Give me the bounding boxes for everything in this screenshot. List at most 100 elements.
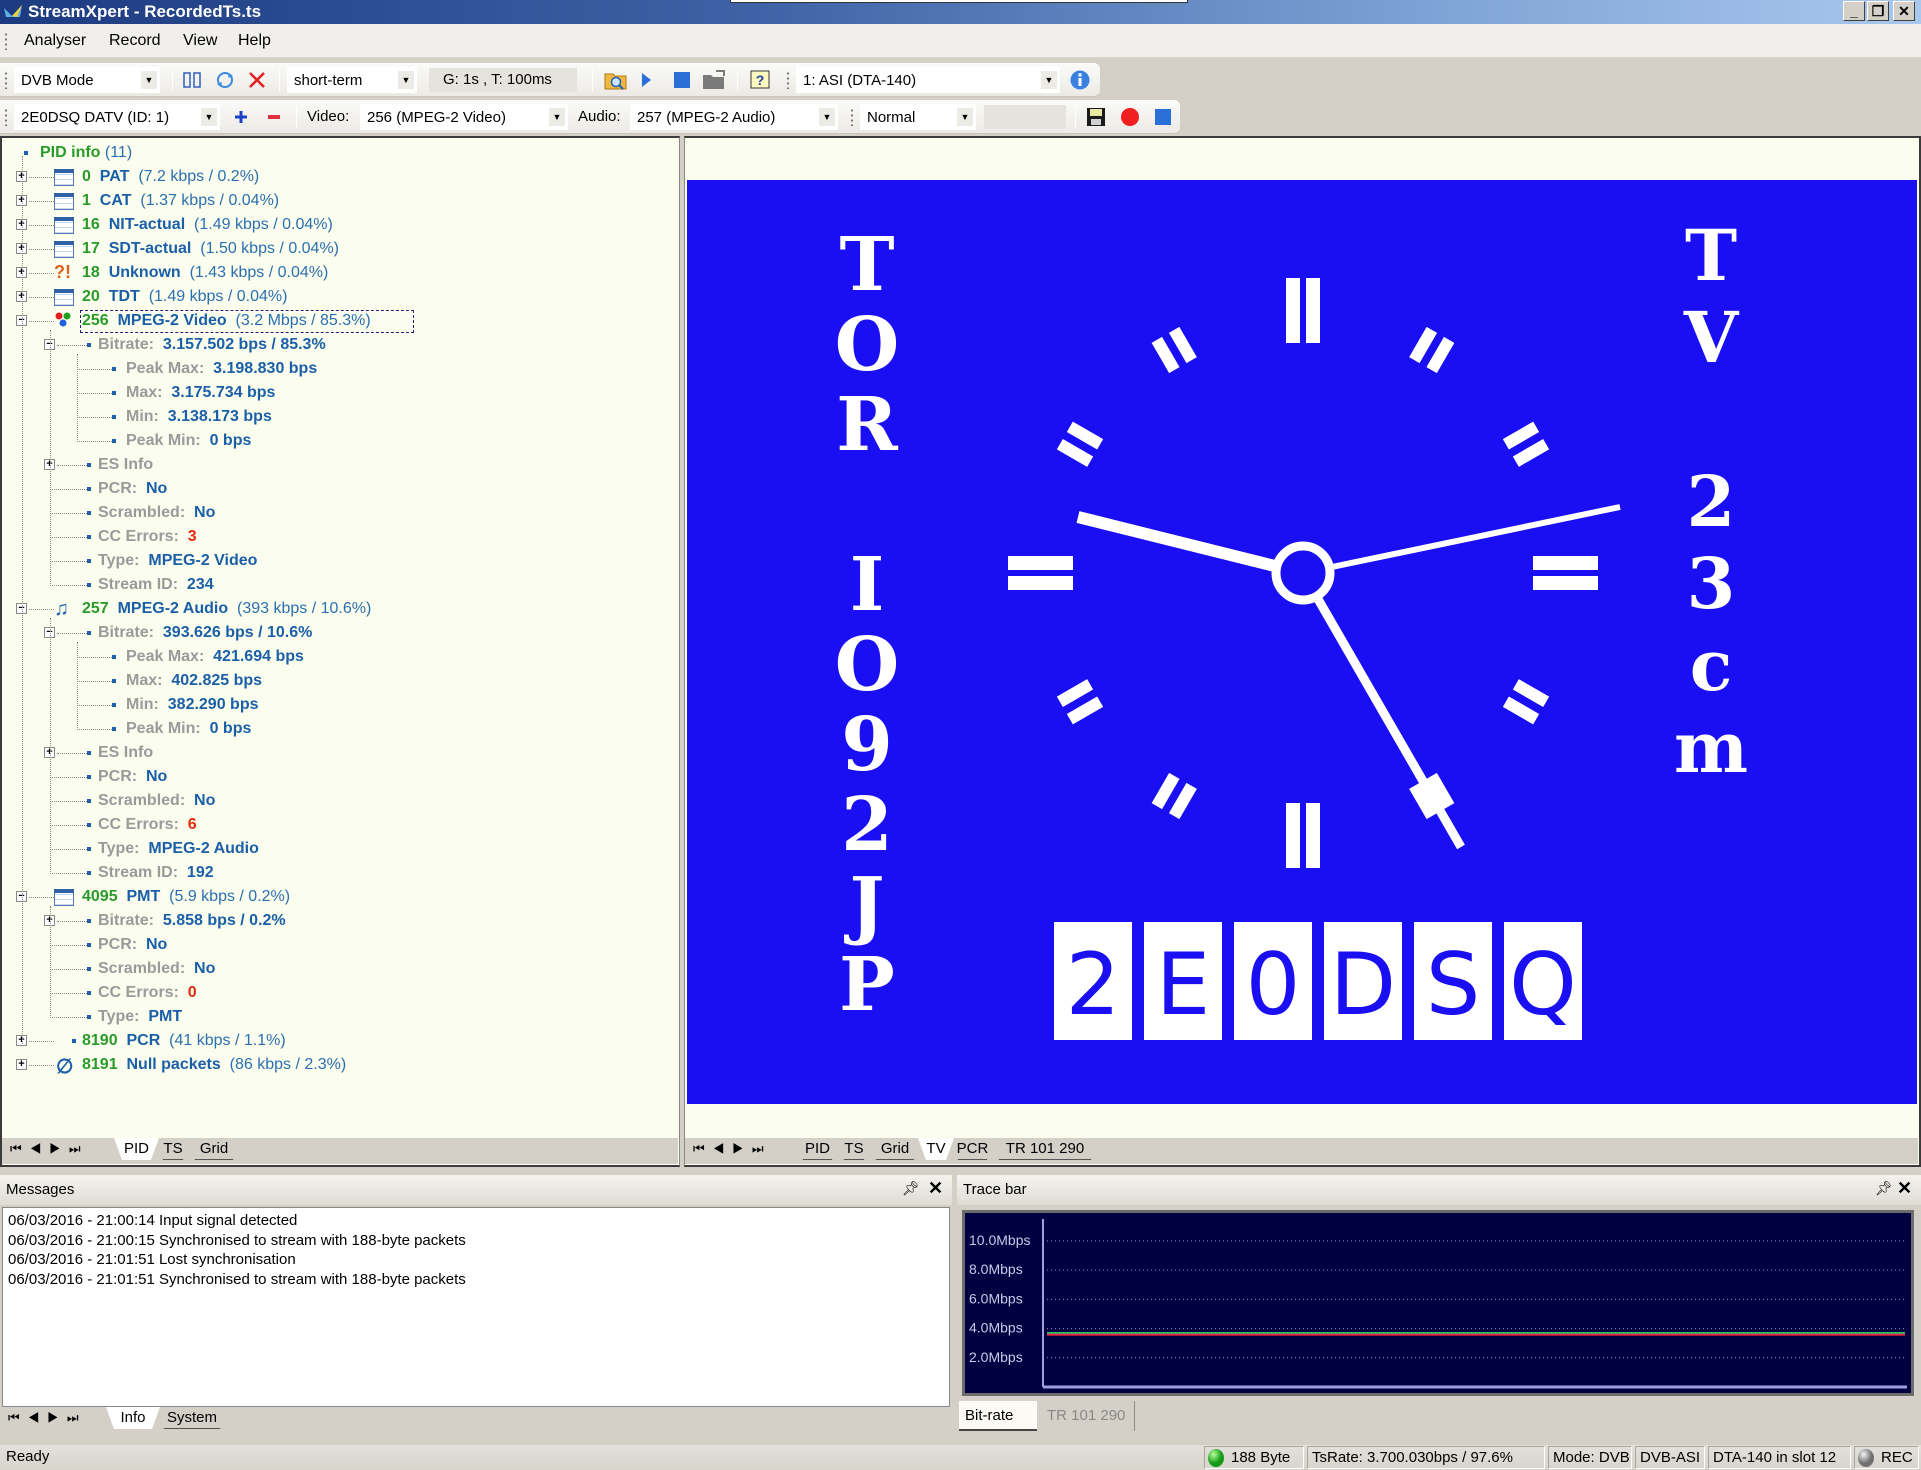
- grip-handle[interactable]: [786, 71, 790, 89]
- remove-service-button[interactable]: [262, 105, 286, 129]
- prop-label: Peak Min:: [126, 720, 201, 737]
- es-info-row[interactable]: ES Info: [98, 454, 153, 476]
- chart-y-tick-label: 4.0Mbps: [969, 1320, 1023, 1336]
- right-tab-tv[interactable]: TV: [918, 1138, 954, 1160]
- menu-view[interactable]: View: [183, 32, 217, 50]
- audio-select[interactable]: 257 (MPEG-2 Audio) ▼: [630, 104, 838, 130]
- video-select[interactable]: 256 (MPEG-2 Video) ▼: [360, 104, 568, 130]
- pin-icon[interactable]: 📌︎: [902, 1180, 920, 1197]
- prop-value: 3.175.734 bps: [171, 384, 276, 401]
- help-button[interactable]: ?: [748, 68, 772, 92]
- device-select-value: 1: ASI (DTA-140): [803, 72, 917, 89]
- record-filename-field[interactable]: [984, 105, 1066, 129]
- tab-nav-arrows[interactable]: ⏮◀▶⏭: [8, 1410, 87, 1426]
- clear-button[interactable]: [245, 68, 269, 92]
- right-tab-pcr[interactable]: PCR: [950, 1138, 995, 1160]
- left-tab-grid[interactable]: Grid: [187, 1138, 241, 1160]
- pause-icon: [183, 72, 201, 88]
- close-button[interactable]: ✕: [1893, 1, 1915, 21]
- grip-handle[interactable]: [4, 108, 8, 126]
- bitrate-row[interactable]: Bitrate: 3.157.502 bps / 85.3%: [98, 334, 326, 356]
- prop-value: MPEG-2 Audio: [148, 840, 259, 857]
- left-tab-ts[interactable]: TS: [155, 1138, 191, 1160]
- tree-row-pid-8191[interactable]: 8191 Null packets (86 kbps / 2.3%): [82, 1054, 346, 1076]
- open-file-button[interactable]: [604, 68, 628, 92]
- right-tab-pid[interactable]: PID: [795, 1138, 840, 1160]
- trace-tab-tr-101-290[interactable]: TR 101 290: [1041, 1401, 1135, 1431]
- callsign-char: 2: [1066, 935, 1121, 1035]
- tree-row-pid-18[interactable]: 18 Unknown (1.43 kbps / 0.04%): [82, 262, 328, 284]
- pin-icon[interactable]: 📌︎: [1875, 1180, 1893, 1197]
- restore-button[interactable]: ❐: [1867, 1, 1889, 21]
- bitrate-row[interactable]: Bitrate: 5.858 bps / 0.2%: [98, 910, 286, 932]
- tree-row-pid-4095[interactable]: 4095 PMT (5.9 kbps / 0.2%): [82, 886, 290, 908]
- messages-title: Messages: [6, 1181, 75, 1198]
- tree-root[interactable]: PID info (11): [40, 142, 132, 164]
- bitrate-row[interactable]: Bitrate: 393.626 bps / 10.6%: [98, 622, 312, 644]
- tree-row-pid-1[interactable]: 1 CAT (1.37 kbps / 0.04%): [82, 190, 279, 212]
- tree-connector: [50, 330, 51, 586]
- callsign-char: 0: [1246, 935, 1301, 1035]
- tree-row-pid-20[interactable]: 20 TDT (1.49 kbps / 0.04%): [82, 286, 287, 308]
- pause-button[interactable]: [180, 68, 204, 92]
- trace-header: Trace bar 📌︎ ✕: [957, 1175, 1921, 1205]
- messages-tab-info[interactable]: Info: [106, 1407, 160, 1429]
- right-tab-tr-101-290[interactable]: TR 101 290: [991, 1138, 1099, 1160]
- play-button[interactable]: [634, 68, 658, 92]
- tree-connector: [50, 489, 87, 490]
- tree-connector: [57, 633, 87, 634]
- right-tab-grid[interactable]: Grid: [868, 1138, 922, 1160]
- pid-number: 16: [82, 216, 100, 233]
- device-select[interactable]: 1: ASI (DTA-140) ▼: [796, 67, 1060, 93]
- prop-value: No: [194, 504, 216, 521]
- tree-connector: [50, 801, 87, 802]
- folder-button[interactable]: [702, 68, 726, 92]
- bullet-icon: [87, 631, 91, 635]
- es-info-row[interactable]: ES Info: [98, 742, 153, 764]
- close-icon[interactable]: ✕: [928, 1178, 943, 1199]
- close-icon[interactable]: ✕: [1897, 1178, 1912, 1199]
- menu-analyser[interactable]: Analyser: [24, 32, 86, 50]
- prop-value: 5.858 bps / 0.2%: [162, 912, 286, 929]
- expand-toggle[interactable]: +: [16, 1059, 27, 1070]
- record-button[interactable]: [1118, 105, 1142, 129]
- menu-help[interactable]: Help: [238, 32, 271, 50]
- grip-handle[interactable]: [850, 108, 854, 126]
- grip-handle[interactable]: [4, 71, 8, 89]
- tree-row-pid-257[interactable]: 257 MPEG-2 Audio (393 kbps / 10.6%): [82, 598, 371, 620]
- save-button[interactable]: [1084, 105, 1108, 129]
- quality-select[interactable]: Normal ▼: [860, 104, 976, 130]
- tab-nav-arrows[interactable]: ⏮◀▶⏭: [10, 1141, 89, 1157]
- right-tab-ts[interactable]: TS: [836, 1138, 872, 1160]
- pid-number: 8191: [82, 1056, 118, 1073]
- bullet-icon: [112, 391, 116, 395]
- grip-handle[interactable]: [4, 32, 8, 50]
- tree-row-pid-16[interactable]: 16 NIT-actual (1.49 kbps / 0.04%): [82, 214, 333, 236]
- mode-select[interactable]: DVB Mode ▼: [14, 67, 160, 93]
- service-select[interactable]: 2E0DSQ DATV (ID: 1) ▼: [14, 104, 220, 130]
- test-card-right-char: T: [1685, 214, 1737, 297]
- messages-tab-system[interactable]: System: [156, 1407, 228, 1429]
- add-service-button[interactable]: [229, 105, 253, 129]
- device-status: DTA-140 in slot 12: [1708, 1446, 1851, 1469]
- toolbar-separator: [737, 69, 738, 91]
- minimize-button[interactable]: _: [1843, 1, 1865, 21]
- menu-record[interactable]: Record: [109, 32, 161, 50]
- info-button[interactable]: [1068, 68, 1092, 92]
- tree-row-pid-0[interactable]: 0 PAT (7.2 kbps / 0.2%): [82, 166, 259, 188]
- range-select[interactable]: short-term ▼: [287, 67, 417, 93]
- tab-nav-arrows[interactable]: ⏮◀▶⏭: [693, 1141, 772, 1157]
- left-tab-pid[interactable]: PID: [114, 1138, 159, 1160]
- tree-row-pid-8190[interactable]: 8190 PCR (41 kbps / 1.1%): [82, 1030, 286, 1052]
- record-stop-button[interactable]: [1151, 105, 1175, 129]
- tree-row-pid-17[interactable]: 17 SDT-actual (1.50 kbps / 0.04%): [82, 238, 339, 260]
- menu-bar: Analyser Record View Help: [0, 24, 1921, 58]
- callsign-char: S: [1426, 935, 1481, 1035]
- refresh-button[interactable]: [213, 68, 237, 92]
- clock-hour-mark: [1168, 326, 1197, 364]
- pid-tree[interactable]: PID info (11) +0 PAT (7.2 kbps / 0.2%) +1 …: [2, 138, 679, 1138]
- stop-button[interactable]: [670, 68, 694, 92]
- tree-connector: [77, 729, 112, 730]
- trace-tab-bit-rate[interactable]: Bit-rate: [959, 1401, 1037, 1431]
- pid-rate: (1.49 kbps / 0.04%): [148, 288, 288, 305]
